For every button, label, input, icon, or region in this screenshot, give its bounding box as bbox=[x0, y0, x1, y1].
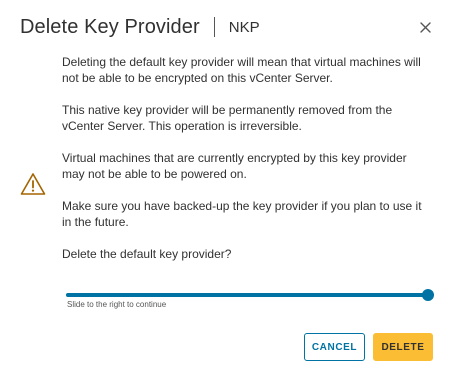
message-paragraph: Make sure you have backed-up the key pro… bbox=[62, 199, 422, 229]
warning-triangle-icon bbox=[20, 172, 46, 196]
delete-key-provider-dialog: Delete Key Provider NKP Deleting the def… bbox=[0, 0, 450, 379]
message-paragraph: This native key provider will be permane… bbox=[62, 103, 393, 133]
confirmation-question: Delete the default key provider? bbox=[62, 247, 232, 261]
title-separator bbox=[213, 17, 215, 37]
close-icon[interactable] bbox=[416, 18, 434, 36]
slider-handle[interactable] bbox=[422, 289, 434, 301]
slider-fill bbox=[66, 293, 428, 297]
message-paragraph: Deleting the default key provider will m… bbox=[62, 55, 421, 85]
delete-button[interactable]: DELETE bbox=[373, 333, 433, 361]
dialog-message: Deleting the default key provider will m… bbox=[62, 54, 430, 278]
cancel-button[interactable]: CANCEL bbox=[304, 333, 365, 361]
slider-hint: Slide to the right to continue bbox=[67, 300, 167, 309]
message-paragraph: Virtual machines that are currently encr… bbox=[62, 151, 407, 181]
dialog-header: Delete Key Provider NKP bbox=[20, 14, 434, 40]
dialog-title: Delete Key Provider bbox=[20, 15, 200, 38]
key-provider-name: NKP bbox=[228, 18, 260, 36]
